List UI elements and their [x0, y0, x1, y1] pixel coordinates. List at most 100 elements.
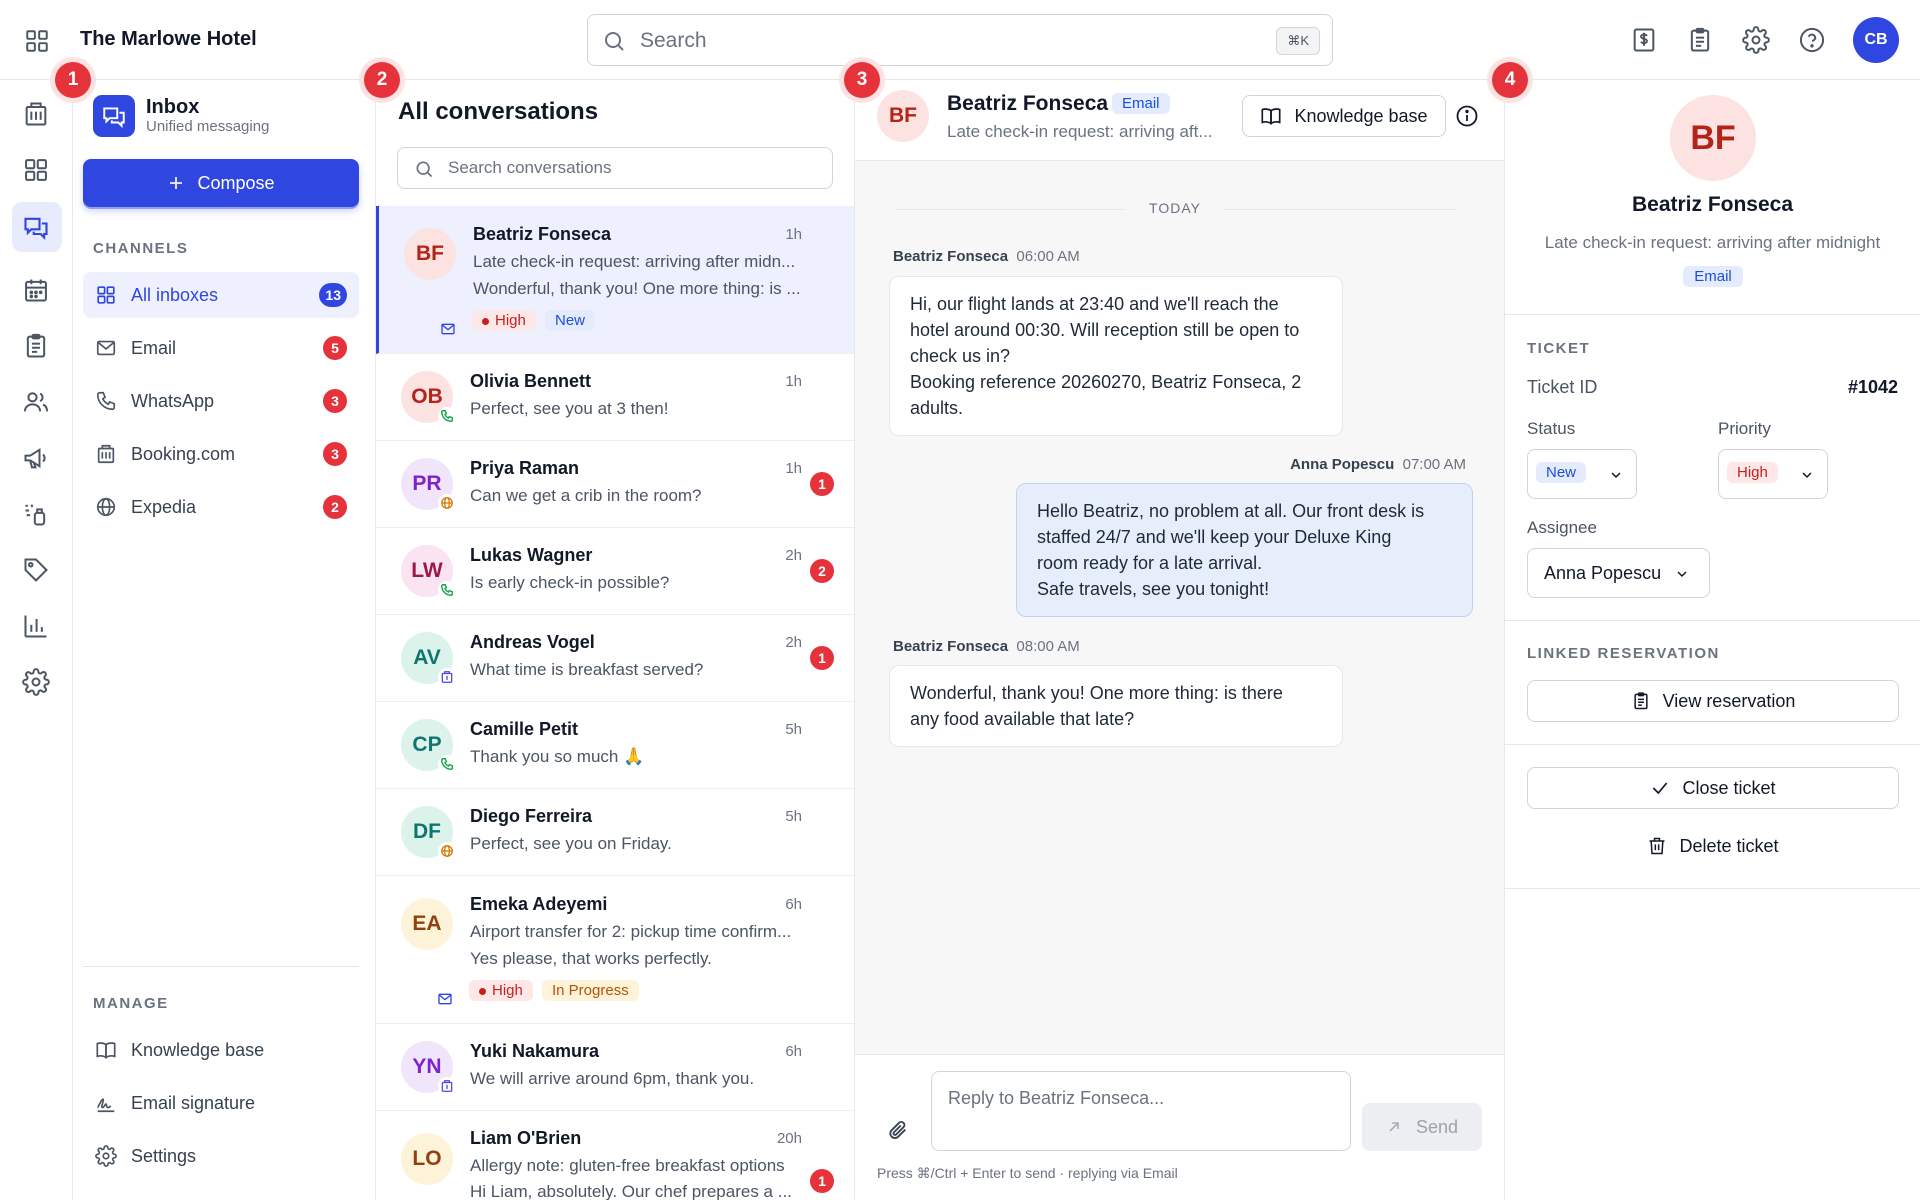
- status-tag: New: [545, 310, 596, 331]
- contact-avatar: BF: [1670, 95, 1756, 181]
- conversation-search-input[interactable]: Search conversations: [397, 147, 833, 189]
- conversation-time: 5h: [785, 808, 802, 825]
- priority-select[interactable]: High: [1718, 449, 1828, 499]
- manage-settings[interactable]: Settings: [83, 1133, 359, 1179]
- knowledge-base-label: Knowledge base: [1294, 105, 1428, 126]
- conversation-time: 6h: [785, 896, 802, 913]
- conversation-name: Liam O'Brien: [470, 1128, 582, 1148]
- conversation-preview: Thank you so much 🙏: [470, 747, 645, 766]
- status-pill: New: [1536, 462, 1587, 483]
- view-reservation-button[interactable]: View reservation: [1527, 680, 1899, 722]
- assignee-label: Assignee: [1527, 518, 1597, 537]
- channel-all-inboxes[interactable]: All inboxes 13: [83, 272, 359, 318]
- send-arrow-icon: [1389, 1122, 1399, 1132]
- send-hint: Press ⌘/Ctrl + Enter to send · replying …: [877, 1165, 1178, 1181]
- status-label: Status: [1527, 419, 1576, 438]
- channel-expedia[interactable]: Expedia 2: [83, 484, 359, 530]
- conversation-item[interactable]: BF Beatriz Fonseca 1h Late check-in requ…: [376, 206, 854, 354]
- compose-button[interactable]: Compose: [83, 159, 359, 207]
- knowledge-base-button[interactable]: Knowledge base: [1242, 95, 1446, 137]
- attach-paperclip-icon[interactable]: [887, 1119, 909, 1141]
- conversation-name: Diego Ferreira: [470, 806, 593, 826]
- contact-subject: Late check-in request: arriving after mi…: [1544, 233, 1881, 252]
- conversation-item[interactable]: LW Lukas Wagner 2h Is early check-in pos…: [376, 528, 854, 615]
- info-icon[interactable]: [1455, 104, 1479, 128]
- conversation-name: Olivia Bennett: [470, 371, 592, 391]
- chat-header: BF Beatriz Fonseca Email Late check-in r…: [855, 80, 1504, 161]
- tasks-clipboard-icon[interactable]: [22, 332, 50, 360]
- conversation-item[interactable]: PR Priya Raman 1h Can we get a crib in t…: [376, 441, 854, 528]
- compose-label: Compose: [197, 172, 275, 193]
- channel-email[interactable]: Email 5: [83, 325, 359, 371]
- send-label: Send: [1415, 1116, 1459, 1137]
- conversation-item[interactable]: LO Liam O'Brien 20h Allergy note: gluten…: [376, 1111, 854, 1200]
- avatar: EA: [401, 898, 453, 950]
- tag-icon[interactable]: [22, 556, 50, 584]
- conversation-item[interactable]: EA Emeka Adeyemi 6h Airport transfer for…: [376, 876, 854, 1024]
- conversation-list-panel: All conversations Search conversations B…: [376, 80, 855, 1200]
- channel-label: Booking.com: [131, 443, 236, 464]
- conversation-preview: Perfect, see you on Friday.: [470, 834, 672, 853]
- message-meta: Anna Popescu 07:00 AM: [1290, 456, 1466, 473]
- inbox-sidebar: Inbox Unified messaging Compose CHANNELS…: [73, 80, 376, 1200]
- conversation-preview: What time is breakfast served?: [470, 660, 704, 679]
- global-search[interactable]: Search ⌘K: [587, 14, 1333, 66]
- send-button[interactable]: Send: [1362, 1103, 1482, 1151]
- hotel-building-icon[interactable]: [22, 100, 50, 128]
- marker-2: 2: [364, 62, 400, 98]
- conversation-item[interactable]: DF Diego Ferreira 5h Perfect, see you on…: [376, 789, 854, 876]
- conversation-name: Lukas Wagner: [470, 545, 593, 565]
- delete-ticket-button[interactable]: Delete ticket: [1527, 825, 1899, 867]
- book-icon: [1261, 108, 1281, 125]
- rail-settings-gear-icon[interactable]: [22, 668, 50, 696]
- channel-whatsapp[interactable]: WhatsApp 3: [83, 378, 359, 424]
- chevron-down-icon: [1611, 472, 1621, 479]
- status-select[interactable]: New: [1527, 449, 1637, 499]
- close-ticket-button[interactable]: Close ticket: [1527, 767, 1899, 809]
- assignee-select[interactable]: Anna Popescu: [1527, 548, 1710, 598]
- priority-tag: High: [472, 310, 536, 331]
- channel-count-badge: 5: [323, 336, 347, 360]
- conversation-name: Andreas Vogel: [470, 632, 595, 652]
- priority-tag: High: [469, 980, 533, 1001]
- manage-email-signature[interactable]: Email signature: [83, 1080, 359, 1126]
- divider: [1505, 744, 1920, 745]
- conversation-time: 1h: [785, 460, 802, 477]
- divider: [1505, 620, 1920, 621]
- hotel-name: The Marlowe Hotel: [80, 28, 257, 50]
- conversation-preview: We will arrive around 6pm, thank you.: [470, 1069, 755, 1088]
- conversation-item[interactable]: CP Camille Petit 5h Thank you so much 🙏: [376, 702, 854, 789]
- signature-icon: [95, 1092, 117, 1114]
- icon-rail: [0, 80, 73, 1200]
- user-avatar[interactable]: CB: [1853, 17, 1899, 63]
- dashboard-icon[interactable]: [22, 156, 50, 184]
- guests-icon[interactable]: [22, 388, 50, 416]
- book-icon: [95, 1039, 117, 1061]
- clipboard-icon[interactable]: [1686, 26, 1714, 54]
- expedia-channel-icon: [438, 842, 456, 860]
- calendar-icon[interactable]: [22, 276, 50, 304]
- conversation-subject: Allergy note: gluten-free breakfast opti…: [470, 1156, 785, 1175]
- rail-messages-active[interactable]: [12, 202, 62, 252]
- conversation-item[interactable]: YN Yuki Nakamura 6h We will arrive aroun…: [376, 1024, 854, 1111]
- channel-booking-com[interactable]: Booking.com 3: [83, 431, 359, 477]
- expedia-channel-icon: [438, 494, 456, 512]
- linked-reservation-heading: LINKED RESERVATION: [1527, 645, 1720, 662]
- manage-knowledge-base[interactable]: Knowledge base: [83, 1027, 359, 1073]
- reports-chart-icon[interactable]: [22, 612, 50, 640]
- conversation-name: Yuki Nakamura: [470, 1041, 600, 1061]
- settings-gear-icon[interactable]: [1742, 26, 1770, 54]
- app-grid-icon[interactable]: [24, 28, 50, 54]
- view-reservation-label: View reservation: [1662, 690, 1796, 711]
- chat-panel: BF Beatriz Fonseca Email Late check-in r…: [855, 80, 1505, 1200]
- inbox-title: Inbox: [146, 96, 200, 118]
- reply-input[interactable]: Reply to Beatriz Fonseca...: [931, 1071, 1351, 1151]
- reply-placeholder: Reply to Beatriz Fonseca...: [948, 1088, 1165, 1108]
- conversations-title: All conversations: [398, 98, 599, 125]
- conversation-item[interactable]: AV Andreas Vogel 2h What time is breakfa…: [376, 615, 854, 702]
- megaphone-icon[interactable]: [22, 444, 50, 472]
- billing-icon[interactable]: [1630, 26, 1658, 54]
- conversation-item[interactable]: OB Olivia Bennett 1h Perfect, see you at…: [376, 354, 854, 441]
- help-icon[interactable]: [1798, 26, 1826, 54]
- housekeeping-icon[interactable]: [22, 500, 50, 528]
